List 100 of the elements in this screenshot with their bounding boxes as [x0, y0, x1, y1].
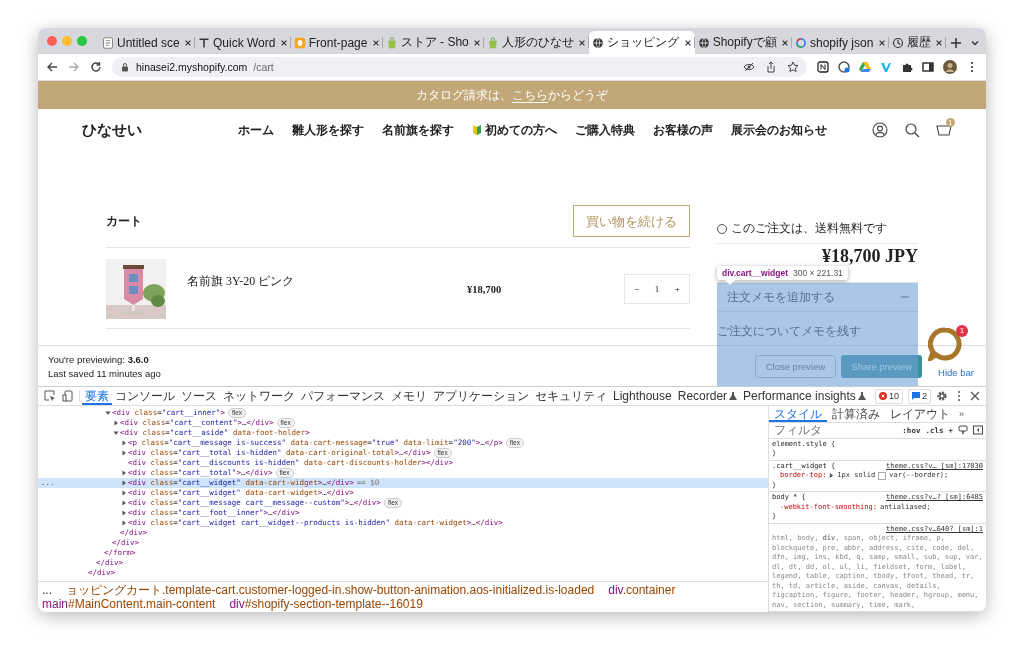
browser-tab[interactable]: ストア - Sho	[382, 31, 485, 54]
url-host: hinasei2.myshopify.com	[136, 61, 248, 73]
address-bar[interactable]: hinasei2.myshopify.com /cart	[112, 57, 807, 77]
nav-link[interactable]: 展示会のお知らせ	[730, 121, 827, 139]
error-count-badge[interactable]: 10	[874, 388, 903, 404]
browser-tab[interactable]: shopify json	[792, 31, 889, 54]
last-saved-text: Last saved 11 minutes ago	[48, 367, 161, 379]
browser-tab[interactable]: 人形のひなせ	[484, 31, 590, 54]
circle-extension-icon[interactable]	[838, 61, 850, 73]
close-icon[interactable]	[371, 38, 380, 47]
disclosure-triangle-icon[interactable]	[120, 449, 128, 457]
sidebar-icon[interactable]	[922, 61, 934, 73]
close-icon[interactable]	[970, 391, 980, 401]
browser-tab[interactable]: Shopifyで顧	[694, 31, 792, 54]
hide-bar-link[interactable]: Hide bar	[938, 367, 974, 378]
disclosure-triangle-icon[interactable]	[120, 469, 128, 477]
disclosure-triangle-icon[interactable]	[120, 509, 128, 517]
page-icon	[102, 36, 114, 49]
color-swatch[interactable]	[878, 471, 887, 480]
devtools-tab[interactable]: ソース	[178, 387, 220, 405]
back-arrow-icon[interactable]	[46, 61, 58, 73]
more-button[interactable]: ...	[42, 583, 52, 597]
styles-tab[interactable]: レイアウト	[885, 406, 955, 422]
memo-toggle-label: 注文メモを追加する	[727, 288, 835, 306]
more-tabs-button[interactable]: »	[955, 409, 964, 419]
disclosure-triangle-icon[interactable]	[120, 519, 128, 527]
plus-icon[interactable]	[949, 36, 962, 49]
close-icon[interactable]	[184, 38, 192, 47]
breadcrumb[interactable]: ョッピングカート.template-cart.customer-logged-in.show-button-animation.aos-initialized.is-loaded	[66, 583, 595, 597]
close-icon[interactable]	[934, 38, 943, 47]
tab-title: shopify json	[810, 35, 875, 50]
tab-title: ショッピング	[607, 34, 681, 51]
close-icon[interactable]	[473, 38, 482, 47]
devtools-tab[interactable]: コンソール	[112, 387, 178, 405]
devtools-tab[interactable]: セキュリティ	[532, 387, 610, 405]
increase-button[interactable]: +	[671, 284, 683, 294]
close-icon[interactable]	[877, 38, 886, 47]
search-icon[interactable]	[904, 122, 920, 138]
flask-icon	[857, 392, 866, 400]
lock-icon	[120, 62, 130, 72]
nav-link[interactable]: 初めての方へ	[471, 121, 557, 139]
devtools-tab[interactable]: Performance insights	[740, 387, 869, 405]
devtools-tab[interactable]: Recorder	[674, 387, 741, 405]
star-icon[interactable]	[787, 61, 799, 73]
avatar-icon[interactable]	[943, 60, 957, 74]
cart-total: ¥18,700 JPY	[821, 246, 918, 266]
paint-icon[interactable]	[958, 425, 968, 436]
decrease-button[interactable]: −	[631, 284, 643, 294]
disclosure-triangle-icon[interactable]	[120, 439, 128, 447]
disclosure-triangle-icon[interactable]	[104, 409, 112, 417]
devtools-tab[interactable]: 要素	[82, 387, 112, 405]
browser-tab[interactable]: Untitled sce	[99, 31, 195, 54]
browser-tab[interactable]: 履歴	[888, 31, 946, 54]
disclosure-triangle-icon[interactable]	[112, 419, 120, 427]
cart-icon[interactable]	[936, 122, 952, 138]
breadcrumb[interactable]: div#shopify-section-template--16019	[229, 597, 423, 611]
nav-link[interactable]: ホーム	[237, 121, 274, 139]
nav-link[interactable]: ご購入特典	[574, 121, 635, 139]
share-icon[interactable]	[765, 61, 777, 73]
triangle-extension-icon[interactable]	[859, 61, 871, 73]
account-icon[interactable]	[872, 122, 888, 138]
styles-tab[interactable]: 計算済み	[827, 406, 885, 422]
close-icon[interactable]	[781, 38, 789, 47]
reload-icon[interactable]	[90, 61, 102, 73]
devtools-tab[interactable]: アプリケーション	[430, 387, 532, 405]
breadcrumb[interactable]: main#MainContent.main-content	[42, 597, 216, 611]
close-icon[interactable]	[578, 38, 587, 47]
nav-link[interactable]: 名前旗を探す	[381, 121, 454, 139]
chat-bubble-icon[interactable]	[928, 327, 962, 361]
sidebar-toggle-icon[interactable]	[973, 425, 983, 436]
nav-link[interactable]: お客様の声	[652, 121, 713, 139]
square-extension-icon[interactable]	[817, 61, 829, 73]
styles-tab[interactable]: スタイル	[769, 406, 827, 422]
site-logo[interactable]: ひなせい	[82, 120, 222, 140]
settings-icon[interactable]	[936, 390, 948, 402]
nav-link[interactable]: 雛人形を探す	[291, 121, 364, 139]
disclosure-triangle-icon[interactable]	[120, 479, 128, 487]
devtools-tab[interactable]: パフォーマンス	[298, 387, 388, 405]
product-name[interactable]: 名前旗 3Y-20 ピンク	[187, 273, 467, 290]
browser-tab[interactable]: Front-page	[290, 31, 383, 54]
flask-icon	[729, 392, 738, 400]
disclosure-triangle-icon[interactable]	[120, 499, 128, 507]
devtools-tab[interactable]: ネットワーク	[220, 387, 298, 405]
close-icon[interactable]	[683, 38, 692, 47]
breadcrumb[interactable]: div.container	[608, 583, 676, 597]
devtools-tab[interactable]: メモリ	[388, 387, 430, 405]
disclosure-triangle-icon[interactable]	[120, 489, 128, 497]
browser-tab[interactable]: ショッピング	[589, 31, 695, 54]
error-icon	[878, 392, 887, 400]
device-toggle-icon[interactable]	[62, 390, 74, 402]
eye-slash-icon[interactable]	[743, 61, 755, 73]
disclosure-triangle-icon[interactable]	[112, 429, 120, 437]
inspect-icon[interactable]	[44, 390, 56, 402]
puzzle-icon[interactable]	[901, 61, 913, 73]
message-count-badge[interactable]: 2	[908, 388, 931, 404]
browser-tab[interactable]: Quick Word	[195, 31, 291, 54]
expand-triangle-icon[interactable]	[829, 473, 835, 479]
close-icon[interactable]	[279, 38, 288, 47]
devtools-tab[interactable]: Lighthouse	[610, 387, 675, 405]
tile-icon	[293, 36, 306, 49]
